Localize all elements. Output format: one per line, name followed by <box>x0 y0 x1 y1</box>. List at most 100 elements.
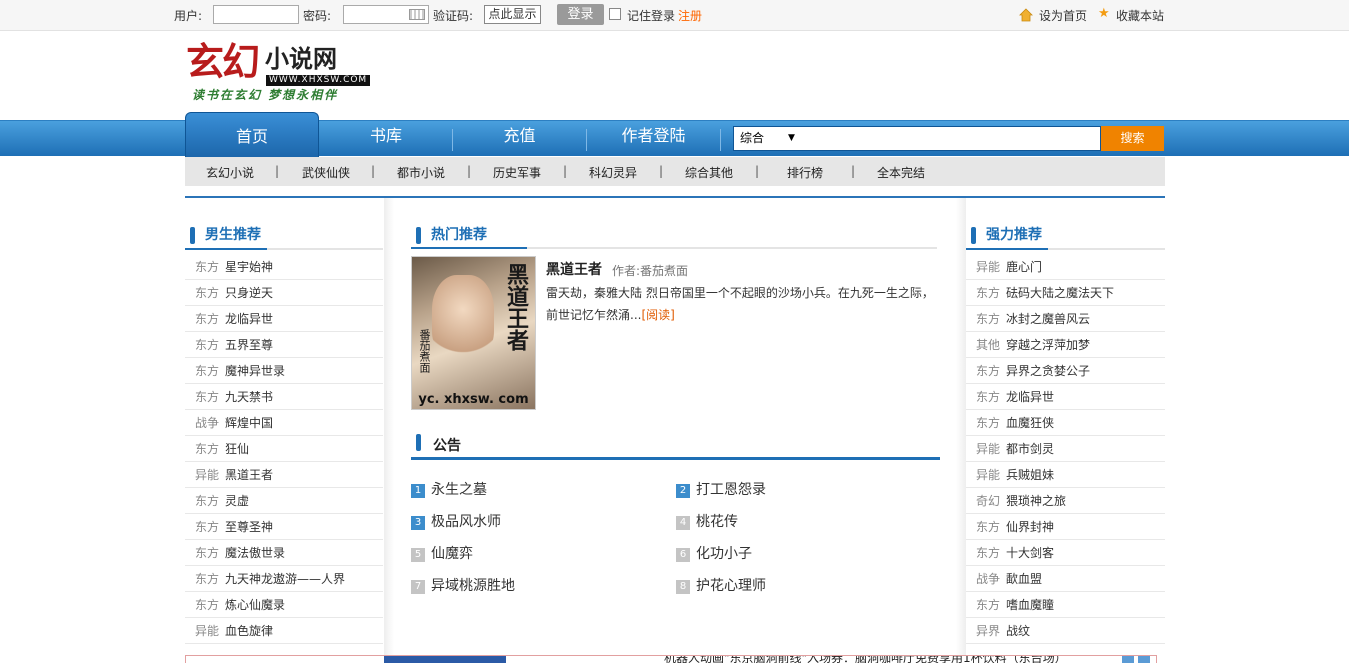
book-title-link[interactable]: 猥琐神之旅 <box>1006 494 1066 508</box>
book-title-link[interactable]: 嗜血魔瞳 <box>1006 598 1054 612</box>
book-title-link[interactable]: 至尊圣神 <box>225 520 273 534</box>
hot-book-title[interactable]: 黑道王者 <box>546 259 602 279</box>
subnav-item[interactable]: 综合其他 <box>685 164 733 181</box>
list-item[interactable]: 东方 炼心仙魔录 <box>185 592 383 618</box>
book-title-link[interactable]: 魔法傲世录 <box>225 546 285 560</box>
book-title-link[interactable]: 穿越之浮萍加梦 <box>1006 338 1090 352</box>
nav-item-recharge[interactable]: 充值 <box>453 121 586 157</box>
book-title-link[interactable]: 冰封之魔兽风云 <box>1006 312 1090 326</box>
book-title-link[interactable]: 魔神异世录 <box>225 364 285 378</box>
list-item[interactable]: 东方 龙临异世 <box>185 306 383 332</box>
book-title-link[interactable]: 歃血盟 <box>1006 572 1042 586</box>
dropdown-arrow-icon[interactable]: ▼ <box>788 127 795 150</box>
register-link[interactable]: 注册 <box>678 7 702 24</box>
remember-login-checkbox[interactable] <box>609 8 621 20</box>
username-input[interactable] <box>213 5 299 24</box>
book-title-link[interactable]: 龙临异世 <box>1006 390 1054 404</box>
book-title-link[interactable]: 仙界封神 <box>1006 520 1054 534</box>
ad-info-icon[interactable] <box>1122 656 1134 663</box>
notice-item[interactable]: 7 异域桃源胜地 <box>411 576 515 596</box>
list-item[interactable]: 东方 血魔狂侠 <box>966 410 1165 436</box>
list-item[interactable]: 异能 兵贼姐妹 <box>966 462 1165 488</box>
login-button[interactable]: 登录 <box>557 4 604 25</box>
book-title-link[interactable]: 九天神龙遨游——人界 <box>225 572 345 586</box>
list-item[interactable]: 东方 九天神龙遨游——人界 <box>185 566 383 592</box>
list-item[interactable]: 东方 魔法傲世录 <box>185 540 383 566</box>
book-title-link[interactable]: 血魔狂侠 <box>1006 416 1054 430</box>
book-title-link[interactable]: 狂仙 <box>225 442 249 456</box>
show-captcha-button[interactable]: 点此显示 <box>484 5 541 24</box>
book-title-link[interactable]: 砝码大陆之魔法天下 <box>1006 286 1114 300</box>
list-item[interactable]: 东方 十大剑客 <box>966 540 1165 566</box>
subnav-item[interactable]: 玄幻小说 <box>206 164 254 181</box>
book-title-link[interactable]: 战纹 <box>1006 624 1030 638</box>
subnav-item[interactable]: 全本完结 <box>877 164 925 181</box>
notice-item[interactable]: 1 永生之墓 <box>411 480 487 500</box>
list-item[interactable]: 东方 只身逆天 <box>185 280 383 306</box>
notice-link[interactable]: 永生之墓 <box>431 482 487 498</box>
notice-link[interactable]: 化功小子 <box>696 546 752 562</box>
ad-image[interactable] <box>384 656 506 663</box>
nav-item-library[interactable]: 书库 <box>320 121 452 157</box>
list-item[interactable]: 异能 鹿心门 <box>966 254 1165 280</box>
list-item[interactable]: 东方 仙界封神 <box>966 514 1165 540</box>
list-item[interactable]: 东方 异界之贪婪公子 <box>966 358 1165 384</box>
notice-item[interactable]: 3 极品风水师 <box>411 512 501 532</box>
list-item[interactable]: 东方 五界至尊 <box>185 332 383 358</box>
notice-link[interactable]: 极品风水师 <box>431 514 501 530</box>
nav-item-home[interactable]: 首页 <box>185 112 319 157</box>
keyboard-icon[interactable] <box>409 9 425 20</box>
notice-item[interactable]: 5 仙魔弈 <box>411 544 473 564</box>
book-title-link[interactable]: 异界之贪婪公子 <box>1006 364 1090 378</box>
list-item[interactable]: 东方 灵虚 <box>185 488 383 514</box>
list-item[interactable]: 战争 歃血盟 <box>966 566 1165 592</box>
subnav-item[interactable]: 都市小说 <box>397 164 445 181</box>
set-homepage-link[interactable]: 设为首页 <box>1039 7 1087 24</box>
ad-text[interactable]: 机器人动画"东京脑洞前线"入场券：脑洞咖啡厅免费享用1杯饮料（东台场） <box>664 656 1067 663</box>
notice-item[interactable]: 4 桃花传 <box>676 512 738 532</box>
book-title-link[interactable]: 只身逆天 <box>225 286 273 300</box>
book-title-link[interactable]: 兵贼姐妹 <box>1006 468 1054 482</box>
book-title-link[interactable]: 炼心仙魔录 <box>225 598 285 612</box>
search-button[interactable]: 搜索 <box>1101 126 1164 151</box>
notice-link[interactable]: 护花心理师 <box>696 578 766 594</box>
book-title-link[interactable]: 星宇始神 <box>225 260 273 274</box>
notice-item[interactable]: 8 护花心理师 <box>676 576 766 596</box>
list-item[interactable]: 异能 血色旋律 <box>185 618 383 644</box>
notice-link[interactable]: 桃花传 <box>696 514 738 530</box>
book-title-link[interactable]: 灵虚 <box>225 494 249 508</box>
subnav-item[interactable]: 历史军事 <box>493 164 541 181</box>
search-input[interactable]: 综合 ▼ <box>733 126 1101 151</box>
list-item[interactable]: 东方 星宇始神 <box>185 254 383 280</box>
book-title-link[interactable]: 龙临异世 <box>225 312 273 326</box>
list-item[interactable]: 战争 辉煌中国 <box>185 410 383 436</box>
book-title-link[interactable]: 血色旋律 <box>225 624 273 638</box>
list-item[interactable]: 东方 魔神异世录 <box>185 358 383 384</box>
subnav-item[interactable]: 排行榜 <box>787 164 823 181</box>
notice-link[interactable]: 异域桃源胜地 <box>431 578 515 594</box>
book-title-link[interactable]: 五界至尊 <box>225 338 273 352</box>
book-cover-image[interactable]: 黑道王者 番茄煮面 yc. xhxsw. com <box>411 256 536 410</box>
notice-link[interactable]: 打工恩怨录 <box>696 482 766 498</box>
read-link[interactable]: [阅读] <box>641 308 674 322</box>
notice-item[interactable]: 2 打工恩怨录 <box>676 480 766 500</box>
book-title-link[interactable]: 九天禁书 <box>225 390 273 404</box>
bottom-ad-banner[interactable]: 机器人动画"东京脑洞前线"入场券：脑洞咖啡厅免费享用1杯饮料（东台场） <box>185 655 1157 663</box>
book-title-link[interactable]: 十大剑客 <box>1006 546 1054 560</box>
list-item[interactable]: 东方 嗜血魔瞳 <box>966 592 1165 618</box>
list-item[interactable]: 东方 至尊圣神 <box>185 514 383 540</box>
list-item[interactable]: 东方 龙临异世 <box>966 384 1165 410</box>
subnav-item[interactable]: 科幻灵异 <box>589 164 637 181</box>
notice-item[interactable]: 6 化功小子 <box>676 544 752 564</box>
site-logo[interactable]: 玄幻 小说网 WWW.XHXSW.COM 读书在玄幻 梦想永相伴 <box>186 40 371 106</box>
ad-close-icon[interactable] <box>1138 656 1150 663</box>
list-item[interactable]: 异能 都市剑灵 <box>966 436 1165 462</box>
subnav-item[interactable]: 武侠仙侠 <box>302 164 350 181</box>
book-title-link[interactable]: 鹿心门 <box>1006 260 1042 274</box>
book-title-link[interactable]: 黑道王者 <box>225 468 273 482</box>
list-item[interactable]: 东方 冰封之魔兽风云 <box>966 306 1165 332</box>
list-item[interactable]: 东方 狂仙 <box>185 436 383 462</box>
notice-link[interactable]: 仙魔弈 <box>431 546 473 562</box>
list-item[interactable]: 异能 黑道王者 <box>185 462 383 488</box>
list-item[interactable]: 异界 战纹 <box>966 618 1165 644</box>
